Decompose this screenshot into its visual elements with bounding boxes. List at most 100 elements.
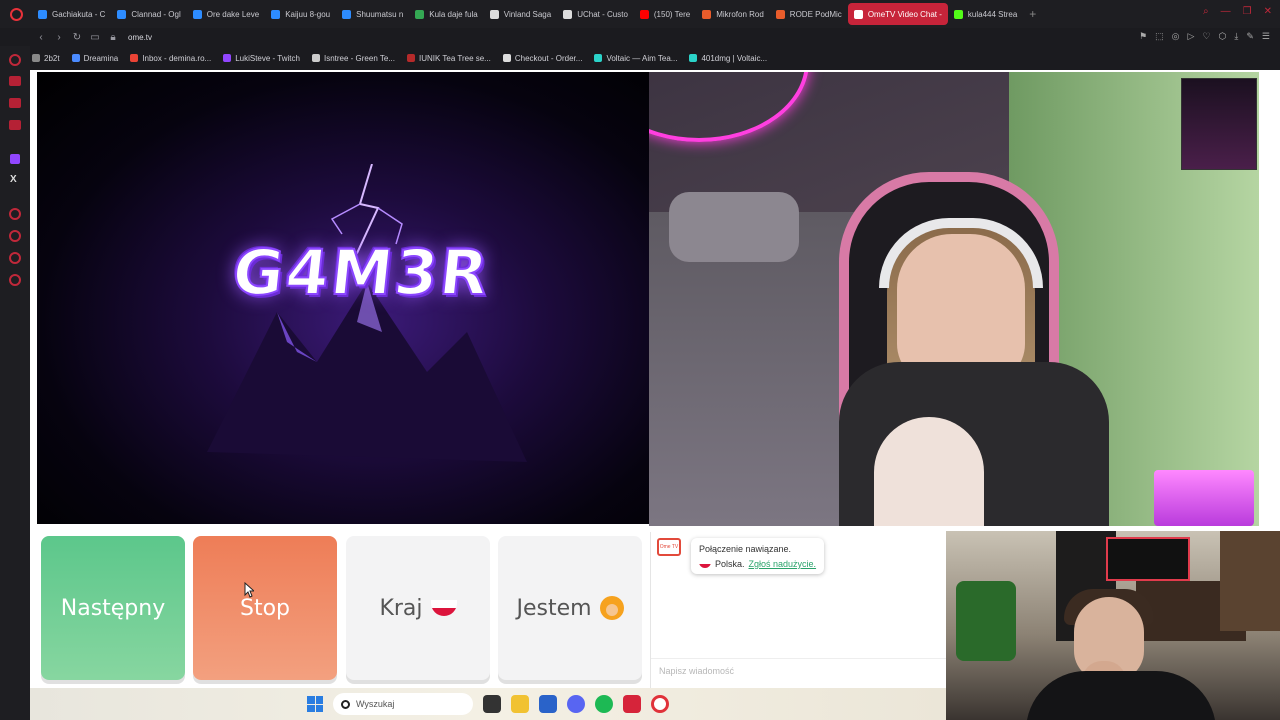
spotify-icon[interactable] — [595, 695, 613, 713]
reload-icon[interactable]: ↻ — [68, 32, 86, 43]
browser-tab[interactable]: Kula daje fula — [409, 3, 483, 25]
search-icon[interactable]: ⌕ — [1203, 6, 1209, 17]
app-icon[interactable] — [623, 695, 641, 713]
tab-favicon-icon — [192, 9, 202, 19]
gender-button-label: Jestem — [516, 595, 592, 621]
tab-label: UChat - Custo — [577, 9, 628, 19]
twitch-icon[interactable] — [10, 154, 20, 164]
bookmark-favicon-icon — [502, 54, 511, 62]
tab-favicon-icon — [639, 9, 649, 19]
back-icon[interactable]: ‹ — [32, 32, 50, 43]
history-icon[interactable] — [9, 230, 21, 242]
streamer-webcam — [946, 531, 1280, 720]
tab-label: Kula daje fula — [429, 9, 478, 19]
browser-tab[interactable]: RODE PodMic — [770, 3, 848, 25]
youtube-icon[interactable] — [9, 120, 21, 130]
bookmarks-bar: 2b2t Dreamina Inbox - demina.ro... LukiStev… — [32, 49, 1280, 67]
opera-sidebar: X — [0, 46, 30, 720]
bookmark-item[interactable]: Dreamina — [71, 54, 118, 63]
address-bar: ‹ › ↻ ▭ 🔒︎ ome.tv ⚑ ⬚ ◎ ▷ ♡ ⬡ ⤓ ✎ ☰ — [0, 28, 1280, 46]
player-icon[interactable] — [9, 208, 21, 220]
aria-icon[interactable] — [9, 54, 21, 66]
opera-taskbar-icon[interactable] — [651, 695, 669, 713]
download-icon[interactable]: ⤓ — [1234, 31, 1238, 42]
heart-icon[interactable]: ♡ — [1202, 31, 1210, 42]
gender-button[interactable]: Jestem — [498, 536, 642, 680]
browser-tab[interactable]: Shuumatsu n — [336, 3, 409, 25]
bookmark-item[interactable]: Checkout - Order... — [502, 53, 583, 63]
play-icon[interactable]: ▷ — [1188, 31, 1195, 42]
close-icon[interactable]: ✕ — [1264, 6, 1272, 17]
menu-icon[interactable]: ☰ — [1262, 31, 1270, 42]
taskbar-search[interactable]: Wyszukaj — [333, 693, 473, 715]
ai-icon[interactable]: ✎ — [1246, 31, 1254, 42]
bookmark-item[interactable]: Voltaic — Aim Tea... — [594, 54, 677, 63]
browser-tab[interactable]: Kaijuu 8-gou — [265, 3, 336, 25]
browser-tab[interactable]: UChat - Custo — [557, 3, 634, 25]
tab-label: Shuumatsu n — [356, 9, 404, 19]
browser-tab-bar: Gachiakuta - C Clannad - Ogl Ore dake Leve… — [0, 0, 1280, 28]
snapshot-icon[interactable]: ⬚ — [1155, 31, 1164, 42]
file-explorer-icon[interactable] — [511, 695, 529, 713]
bookmark-favicon-icon — [130, 54, 139, 62]
browser-tab[interactable]: OmeTV Video Chat - — [847, 3, 948, 25]
webcam-cabinet — [1220, 531, 1280, 631]
tab-label: OmeTV Video Chat - — [867, 9, 942, 19]
browser-tab[interactable]: (150) Tere — [634, 3, 696, 25]
task-view-icon[interactable] — [483, 695, 501, 713]
stop-button[interactable]: Stop — [193, 536, 337, 680]
country-text: Polska. — [715, 559, 745, 569]
connected-text: Połączenie nawiązane. — [699, 544, 792, 554]
maximize-icon[interactable]: ❐ — [1243, 6, 1252, 17]
extensions-sidebar-icon[interactable] — [9, 252, 21, 264]
stranger-knee — [874, 417, 984, 526]
tab-label: Vinland Saga — [503, 9, 552, 19]
tab-label: Gachiakuta - C — [52, 9, 106, 19]
settings-icon[interactable] — [9, 274, 21, 286]
instagram-icon[interactable] — [9, 98, 21, 108]
webcam-chair — [956, 581, 1016, 661]
minimize-icon[interactable]: — — [1221, 6, 1231, 17]
bookmark-item[interactable]: LukiSteve - Twitch — [223, 54, 300, 63]
tab-favicon-icon — [702, 9, 712, 19]
browser-tab[interactable]: Clannad - Ogl — [111, 3, 186, 25]
bookmark-label: Inbox - demina.ro... — [142, 53, 212, 63]
browser-tab[interactable]: Mikrofon Rod — [696, 3, 770, 25]
browser-tab[interactable]: kula444 Strea — [948, 3, 1023, 25]
next-button[interactable]: Następny — [41, 536, 185, 680]
vpn-icon[interactable]: ◎ — [1172, 31, 1180, 42]
tab-favicon-icon — [271, 9, 281, 19]
url-field[interactable]: ome.tv — [128, 33, 152, 42]
windows-start-icon[interactable] — [307, 696, 323, 712]
bookmark-item[interactable]: Isntree - Green Te... — [311, 54, 395, 63]
tab-favicon-icon — [953, 9, 963, 19]
report-abuse-link[interactable]: Zgłoś nadużycie. — [749, 559, 817, 569]
browser-tab[interactable]: Gachiakuta - C — [32, 3, 111, 25]
bookmark-label: 2b2t — [44, 53, 60, 63]
extensions-icon[interactable]: ⬡ — [1219, 31, 1227, 42]
bookmark-item[interactable]: 2b2t — [32, 54, 60, 63]
new-tab-icon[interactable]: + — [1023, 7, 1042, 21]
neon-light — [649, 72, 809, 142]
x-icon[interactable]: X — [10, 174, 17, 185]
browser-tab[interactable]: Ore dake Leve — [187, 3, 265, 25]
discord-icon[interactable] — [567, 695, 585, 713]
bookmark-item[interactable]: 401dmg | Voltaic... — [689, 54, 767, 63]
message-input[interactable]: Napisz wiadomość — [651, 658, 947, 682]
forward-icon[interactable]: › — [50, 32, 68, 43]
opera-logo-icon[interactable] — [0, 0, 32, 28]
country-button[interactable]: Kraj — [346, 536, 490, 680]
bookmark-icon[interactable]: ⚑ — [1139, 31, 1147, 42]
messenger-icon[interactable] — [9, 76, 21, 86]
browser-tab[interactable]: Vinland Saga — [484, 3, 557, 25]
ometv-logo-icon: Ome TV — [657, 538, 681, 556]
camera-icon[interactable]: ▭ — [86, 32, 104, 43]
bookmark-item[interactable]: IUNIK Tea Tree se... — [406, 54, 491, 63]
bookmark-label: Checkout - Order... — [514, 53, 583, 63]
streamer-hoodie — [1026, 671, 1216, 720]
bookmark-item[interactable]: Inbox - demina.ro... — [130, 54, 211, 63]
system-message: Połączenie nawiązane. Polska. Zgłoś nadu… — [691, 538, 825, 574]
store-icon[interactable] — [539, 695, 557, 713]
window-controls: ⌕ — ❐ ✕ — [1203, 6, 1272, 17]
wall-poster — [1181, 78, 1257, 170]
